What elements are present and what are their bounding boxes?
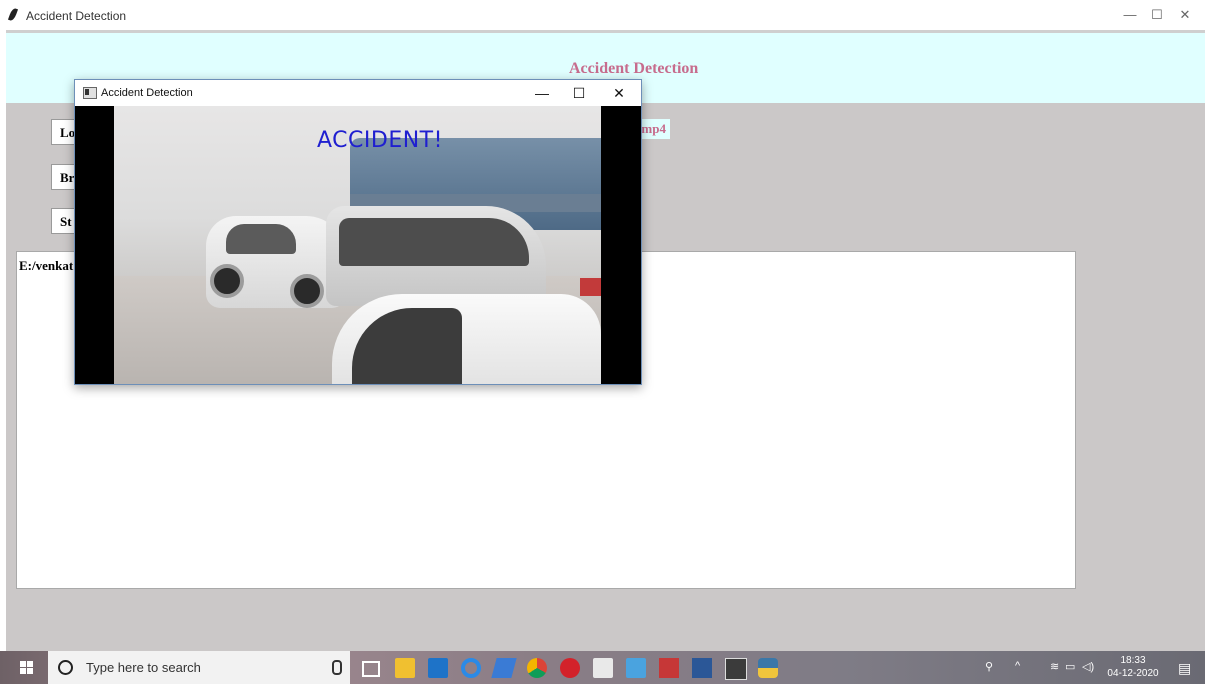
- chrome-icon[interactable]: [527, 658, 547, 678]
- microphone-icon[interactable]: [332, 660, 342, 675]
- wifi-icon[interactable]: ≋: [1050, 660, 1059, 673]
- paint-icon[interactable]: [491, 658, 517, 678]
- opera-icon[interactable]: [560, 658, 580, 678]
- clock-date: 04-12-2020: [1107, 668, 1159, 679]
- explorer-icon[interactable]: [626, 658, 646, 678]
- file-icon[interactable]: [593, 658, 613, 678]
- search-box[interactable]: Type here to search: [48, 651, 350, 684]
- notification-icon[interactable]: ▤: [1178, 660, 1191, 677]
- system-clock[interactable]: 18:33 04-12-2020: [1103, 654, 1163, 680]
- tk-feather-icon: [7, 7, 19, 22]
- page-title: Accident Detection: [569, 60, 699, 77]
- terminal-icon[interactable]: [725, 658, 747, 680]
- white-car-window: [226, 224, 296, 254]
- accident-alert-text: ACCIDENT!: [317, 128, 443, 153]
- clock-time: 18:33: [1120, 655, 1146, 666]
- van-window: [339, 218, 529, 266]
- battery-icon[interactable]: ▭: [1065, 660, 1075, 673]
- tail-light: [580, 278, 601, 296]
- app-icon[interactable]: [659, 658, 679, 678]
- wheel: [210, 264, 244, 298]
- video-close-button[interactable]: ✕: [607, 83, 631, 103]
- mail-icon[interactable]: [428, 658, 448, 678]
- video-minimize-button[interactable]: —: [530, 83, 554, 103]
- chevron-up-icon[interactable]: ^: [1015, 660, 1020, 672]
- main-window-title: Accident Detection: [26, 9, 127, 23]
- task-view-icon[interactable]: [362, 661, 380, 677]
- start-button[interactable]: [6, 651, 46, 684]
- search-placeholder: Type here to search: [86, 660, 201, 675]
- video-frame: ACCIDENT!: [114, 106, 601, 384]
- video-window-title: Accident Detection: [101, 87, 193, 99]
- cortana-icon: [58, 660, 73, 675]
- maximize-button[interactable]: ☐: [1142, 6, 1172, 24]
- taskbar: Type here to search ⚲ ^ ≋ ▭ ◁) 18:33 04-…: [0, 651, 1205, 684]
- window-app-icon: [83, 87, 97, 99]
- edge-icon[interactable]: [461, 658, 481, 678]
- video-maximize-button[interactable]: ☐: [567, 83, 591, 103]
- people-icon[interactable]: ⚲: [985, 660, 993, 673]
- windows-icon: [20, 661, 34, 675]
- main-title-bar: Accident Detection — ☐ ✕: [0, 0, 1205, 30]
- output-line: E:/venkat: [19, 258, 74, 273]
- volume-icon[interactable]: ◁): [1082, 660, 1094, 673]
- word-icon[interactable]: [692, 658, 712, 678]
- close-button[interactable]: ✕: [1170, 6, 1200, 24]
- wheel: [290, 274, 324, 308]
- minimize-button[interactable]: —: [1115, 6, 1145, 24]
- video-window-title-bar[interactable]: Accident Detection — ☐ ✕: [75, 80, 641, 106]
- python-icon[interactable]: [758, 658, 778, 678]
- video-canvas: ACCIDENT!: [75, 106, 641, 384]
- store-icon[interactable]: [395, 658, 415, 678]
- video-window[interactable]: Accident Detection — ☐ ✕ ACCIDENT!: [74, 79, 642, 385]
